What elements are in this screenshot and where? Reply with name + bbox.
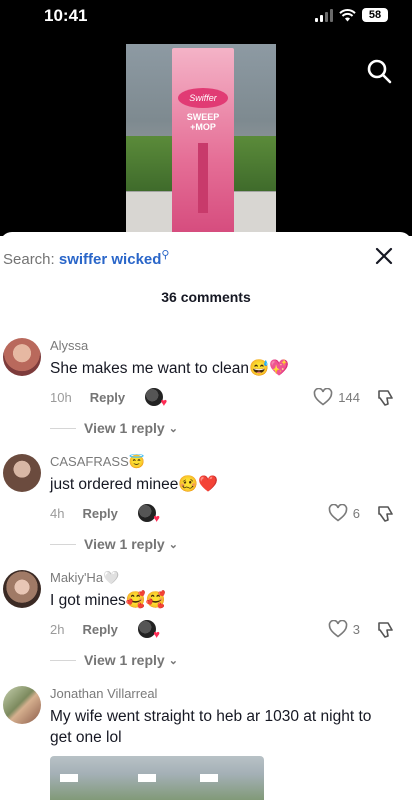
comment-text: She makes me want to clean😅💖	[50, 358, 390, 379]
view-replies-button[interactable]: View 1 reply ⌄	[50, 420, 178, 436]
mop-image	[198, 143, 208, 213]
comment-time: 2h	[50, 621, 65, 637]
avatar[interactable]	[3, 686, 41, 724]
search-small-icon: ⚲	[161, 249, 170, 261]
comment-emojis: 🥴❤️	[178, 476, 219, 493]
chevron-down-icon: ⌄	[168, 654, 178, 667]
like-count: 3	[352, 621, 360, 637]
price-tag	[60, 774, 78, 782]
username-text: Makiy'Ha	[50, 570, 104, 585]
reply-button[interactable]: Reply	[90, 390, 125, 405]
view-replies-label: View 1 reply	[84, 536, 165, 552]
video-thumbnail[interactable]: Swiffer SWEEP +MOP	[126, 44, 276, 236]
comment-meta: 4h Reply ♥	[50, 504, 160, 525]
heart-icon: ♥	[153, 513, 160, 525]
comment-body: She makes me want to clean	[50, 360, 250, 377]
avatar[interactable]	[3, 338, 41, 376]
comment-username[interactable]: Jonathan Villarreal	[50, 686, 157, 701]
reply-button[interactable]: Reply	[82, 506, 117, 521]
chevron-down-icon: ⌄	[168, 538, 178, 551]
comment-body: just ordered minee	[50, 476, 179, 493]
price-tag	[138, 774, 156, 782]
comments-sheet: Search: swiffer wicked⚲ 36 comments Alys…	[0, 232, 412, 800]
comment-meta: 2h Reply ♥	[50, 620, 160, 641]
creator-liked-avatar: ♥	[137, 620, 160, 641]
status-time: 10:41	[44, 6, 88, 25]
signal-icon	[315, 8, 333, 22]
search-term-link[interactable]: swiffer wicked	[59, 251, 162, 268]
comment-time: 10h	[50, 389, 72, 405]
chevron-down-icon: ⌄	[168, 422, 178, 435]
reply-button[interactable]: Reply	[82, 622, 117, 637]
like-button[interactable]: 6	[328, 504, 360, 522]
username-text: CASAFRASS	[50, 454, 129, 469]
status-bar: 10:41 58	[0, 0, 412, 34]
box-title: SWEEP +MOP	[186, 112, 220, 132]
wifi-icon	[339, 8, 356, 21]
username-emoji: 😇	[128, 454, 145, 469]
heart-icon: ♥	[153, 629, 160, 641]
heart-icon: ♥	[160, 397, 168, 409]
price-tag	[200, 774, 218, 782]
view-replies-button[interactable]: View 1 reply ⌄	[50, 652, 178, 668]
view-replies-label: View 1 reply	[84, 420, 165, 436]
comment-username[interactable]: CASAFRASS😇	[50, 454, 145, 470]
like-button[interactable]: 144	[313, 388, 360, 406]
like-count: 6	[352, 505, 360, 521]
dislike-icon[interactable]	[376, 388, 396, 408]
product-box: Swiffer SWEEP +MOP	[172, 48, 234, 236]
creator-liked-avatar: ♥	[137, 504, 160, 525]
username-emoji: 🤍	[103, 570, 120, 585]
divider-line	[50, 427, 76, 429]
divider-line	[50, 659, 76, 661]
heart-outline-icon	[328, 504, 348, 522]
comment-photo[interactable]	[50, 756, 264, 800]
dislike-icon[interactable]	[376, 620, 396, 640]
heart-outline-icon	[328, 620, 348, 638]
search-prefix: Search:	[3, 251, 55, 268]
close-icon[interactable]	[374, 246, 394, 266]
heart-outline-icon	[313, 388, 333, 406]
comment-time: 4h	[50, 505, 65, 521]
view-replies-label: View 1 reply	[84, 652, 165, 668]
comment-text: My wife went straight to heb ar 1030 at …	[50, 708, 372, 746]
comment-meta: 10h Reply ♥	[50, 388, 167, 409]
search-icon[interactable]	[366, 58, 392, 84]
battery-indicator: 58	[362, 8, 388, 22]
avatar[interactable]	[3, 570, 41, 608]
view-replies-button[interactable]: View 1 reply ⌄	[50, 536, 178, 552]
video-preview-area[interactable]: 10:41 58 Swiffer SWEEP +MOP	[0, 0, 412, 236]
avatar[interactable]	[3, 454, 41, 492]
comment-username[interactable]: Makiy'Ha🤍	[50, 570, 119, 586]
creator-liked-avatar: ♥	[145, 388, 167, 409]
search-suggestion[interactable]: Search: swiffer wicked⚲	[3, 248, 169, 268]
divider-line	[50, 543, 76, 545]
comment-count: 36 comments	[161, 289, 251, 305]
like-button[interactable]: 3	[328, 620, 360, 638]
comment-text: I got mines🥰🥰	[50, 590, 390, 611]
comment-username[interactable]: Alyssa	[50, 338, 88, 353]
dislike-icon[interactable]	[376, 504, 396, 524]
comment-emojis: 🥰🥰	[125, 592, 166, 609]
status-indicators: 58	[315, 8, 388, 22]
box-logo: Swiffer	[178, 88, 228, 108]
comment-text: just ordered minee🥴❤️	[50, 474, 390, 495]
comment-body: I got mines	[50, 592, 126, 609]
like-count: 144	[338, 389, 360, 405]
comment-emojis: 😅💖	[249, 360, 289, 377]
